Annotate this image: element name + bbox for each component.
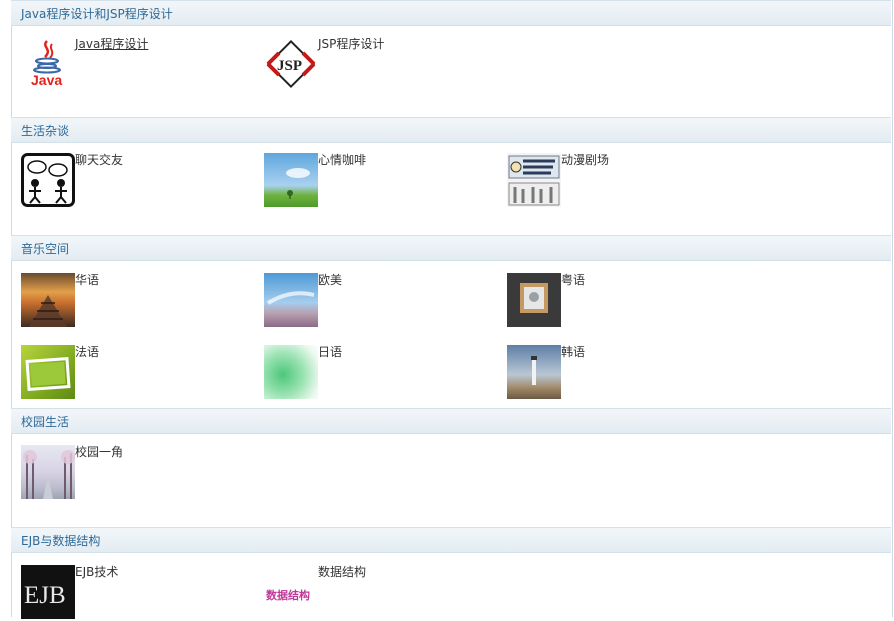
item-label[interactable]: JSP程序设计 [318, 37, 384, 51]
section-title: Java程序设计和JSP程序设计 [21, 7, 173, 21]
pier-sunset-photo [21, 273, 75, 327]
category-chat[interactable]: 聊天交友 [21, 153, 261, 209]
item-label[interactable]: 聊天交友 [75, 153, 123, 167]
svg-text:JSP: JSP [277, 58, 302, 74]
svg-text:Java: Java [31, 72, 62, 88]
category-data-structure[interactable]: 数据结构 数据结构 [264, 565, 504, 621]
item-label[interactable]: 数据结构 [318, 565, 366, 579]
green-frame-photo [21, 345, 75, 399]
category-mood-coffee[interactable]: 心情咖啡 [264, 153, 504, 209]
item-label[interactable]: 心情咖啡 [318, 153, 366, 167]
category-western[interactable]: 欧美 [264, 273, 504, 329]
section-header-life: 生活杂谈 [11, 117, 891, 143]
category-japanese[interactable]: 日语 [264, 345, 504, 401]
java-logo-icon: Java [21, 37, 75, 91]
category-ejb[interactable]: EJB EJB技术 [21, 565, 261, 621]
category-cantonese[interactable]: 粤语 [507, 273, 747, 329]
item-label[interactable]: 法语 [75, 345, 99, 359]
green-bokeh-photo [264, 345, 318, 399]
section-title: EJB与数据结构 [21, 534, 101, 548]
sky-meadow-photo [264, 153, 318, 207]
chat-people-icon [21, 153, 75, 207]
section-header-campus: 校园生活 [11, 408, 891, 434]
category-anime[interactable]: 动漫剧场 [507, 153, 747, 209]
item-label[interactable]: 粤语 [561, 273, 585, 287]
section-header-music: 音乐空间 [11, 235, 891, 261]
campus-photo [21, 445, 75, 499]
category-jsp[interactable]: JSP JSP程序设计 [264, 37, 504, 93]
category-campus-corner[interactable]: 校园一角 [21, 445, 261, 501]
item-label[interactable]: 华语 [75, 273, 99, 287]
category-mandarin[interactable]: 华语 [21, 273, 261, 329]
category-french[interactable]: 法语 [21, 345, 261, 401]
svg-text:数据结构: 数据结构 [266, 588, 310, 602]
svg-text:EJB: EJB [24, 582, 66, 609]
section-title: 音乐空间 [21, 242, 70, 256]
item-label[interactable]: 欧美 [318, 273, 342, 287]
item-label[interactable]: Java程序设计 [75, 37, 148, 51]
ejb-logo-icon: EJB [21, 565, 75, 619]
item-label[interactable]: 韩语 [561, 345, 585, 359]
lighthouse-photo [507, 345, 561, 399]
jsp-logo-icon: JSP [264, 37, 318, 91]
item-label[interactable]: EJB技术 [75, 565, 118, 579]
item-label[interactable]: 动漫剧场 [561, 153, 609, 167]
data-structure-logo: 数据结构 [264, 565, 318, 619]
section-title: 校园生活 [21, 415, 70, 429]
sky-flowers-photo [264, 273, 318, 327]
section-header-ejb-data: EJB与数据结构 [11, 527, 891, 553]
category-java[interactable]: Java Java程序设计 [21, 37, 261, 93]
category-korean[interactable]: 韩语 [507, 345, 747, 401]
section-title: 生活杂谈 [21, 124, 70, 138]
item-label[interactable]: 日语 [318, 345, 342, 359]
item-label[interactable]: 校园一角 [75, 445, 123, 459]
section-header-java-jsp: Java程序设计和JSP程序设计 [11, 0, 891, 26]
one-piece-poster [507, 153, 561, 207]
photo-frame-photo [507, 273, 561, 327]
